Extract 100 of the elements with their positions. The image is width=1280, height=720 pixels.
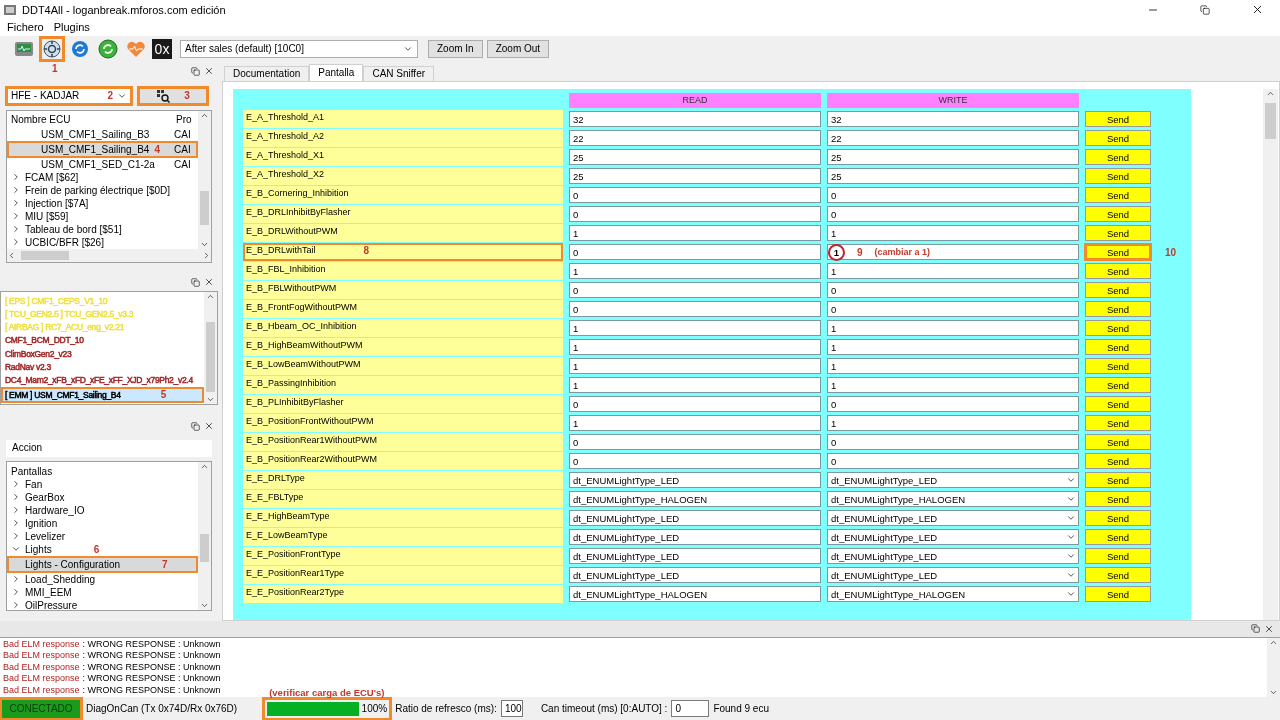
- screen-tree-row[interactable]: GearBox: [7, 490, 198, 504]
- scan-button[interactable]: 3: [138, 86, 208, 105]
- toolbar-button[interactable]: [96, 36, 120, 61]
- screen-tree-root[interactable]: Pantallas: [7, 464, 198, 478]
- zoom-out-button[interactable]: Zoom Out: [486, 39, 550, 58]
- send-button[interactable]: Send: [1085, 377, 1151, 394]
- scrollbar-thumb[interactable]: [1265, 102, 1276, 139]
- ecu-tree-row[interactable]: MIU [$59]: [7, 209, 198, 223]
- write-field[interactable]: 1: [827, 225, 1079, 242]
- send-button[interactable]: Send: [1085, 415, 1151, 432]
- session-dropdown[interactable]: After sales (default) [10C0]: [180, 39, 418, 58]
- send-button[interactable]: Send: [1085, 339, 1151, 356]
- scrollbar-thumb[interactable]: [200, 533, 209, 562]
- send-button[interactable]: Send: [1085, 529, 1151, 546]
- send-button[interactable]: Send: [1085, 168, 1151, 185]
- write-field[interactable]: 1: [827, 377, 1079, 394]
- send-button[interactable]: Send: [1085, 187, 1151, 204]
- write-field[interactable]: 32: [827, 111, 1079, 128]
- action-field[interactable]: Accion: [6, 439, 212, 457]
- write-field[interactable]: 0: [827, 301, 1079, 318]
- write-dropdown[interactable]: dt_ENUMLightType_LED: [827, 548, 1079, 565]
- send-button[interactable]: Send: [1085, 396, 1151, 413]
- hex-button[interactable]: 0x: [152, 38, 172, 59]
- send-button[interactable]: Send: [1085, 510, 1151, 527]
- send-button[interactable]: Send: [1085, 434, 1151, 451]
- vertical-scrollbar[interactable]: [1267, 637, 1280, 698]
- send-button[interactable]: Send: [1085, 453, 1151, 470]
- vertical-scrollbar[interactable]: [204, 291, 217, 404]
- vertical-scrollbar[interactable]: [198, 110, 211, 249]
- screen-tree-row[interactable]: Lights 6: [7, 542, 198, 556]
- zoom-in-button[interactable]: Zoom In: [428, 39, 483, 58]
- tab[interactable]: Documentation: [224, 65, 310, 81]
- ecu-list-item[interactable]: CMF1_BCM_DDT_10: [1, 333, 204, 348]
- ecu-list-item[interactable]: [ EMM ] USM_CMF1_Sailing_B4 5: [1, 386, 204, 403]
- send-button[interactable]: Send: [1085, 282, 1151, 299]
- send-button[interactable]: Send: [1085, 206, 1151, 223]
- ecu-list-item[interactable]: ClimBoxGen2_v23: [1, 347, 204, 361]
- send-button[interactable]: Send: [1085, 149, 1151, 166]
- screen-tree-row[interactable]: Ignition: [7, 516, 198, 530]
- write-field[interactable]: 0: [827, 206, 1079, 223]
- scrollbar-thumb[interactable]: [206, 321, 215, 392]
- screen-tree-row[interactable]: Levelizer: [7, 529, 198, 543]
- horizontal-scrollbar[interactable]: [7, 248, 211, 262]
- screen-tree-row[interactable]: Lights - Configuration 7: [7, 555, 198, 573]
- send-button[interactable]: Send: [1085, 586, 1151, 603]
- write-field[interactable]: 22: [827, 130, 1079, 147]
- send-button[interactable]: Send: [1085, 225, 1151, 242]
- write-field[interactable]: 25: [827, 168, 1079, 185]
- send-button[interactable]: Send: [1085, 111, 1151, 128]
- send-button[interactable]: Send: [1085, 358, 1151, 375]
- screen-tree-row[interactable]: MMI_EEM: [7, 585, 198, 599]
- send-button[interactable]: Send: [1085, 491, 1151, 508]
- vertical-scrollbar[interactable]: [1263, 88, 1278, 621]
- ecu-tree-row[interactable]: USM_CMF1_Sailing_B3 CAI: [7, 127, 198, 141]
- ecu-tree-row[interactable]: UCBIC/BFR [$26]: [7, 235, 198, 249]
- scrollbar-thumb[interactable]: [21, 250, 69, 260]
- write-dropdown[interactable]: dt_ENUMLightType_LED: [827, 510, 1079, 527]
- refresh-spinbox[interactable]: 100: [500, 700, 523, 718]
- ecu-list-item[interactable]: RadNav v2.3: [1, 360, 204, 374]
- timeout-spinbox[interactable]: 0: [671, 700, 710, 718]
- write-field[interactable]: 1 9 (cambiar a 1): [827, 244, 1079, 261]
- write-field[interactable]: 0: [827, 453, 1079, 470]
- write-field[interactable]: 1: [827, 415, 1079, 432]
- tab[interactable]: Pantalla: [309, 63, 364, 81]
- write-field[interactable]: 0: [827, 282, 1079, 299]
- write-field[interactable]: 25: [827, 149, 1079, 166]
- write-field[interactable]: 0: [827, 396, 1079, 413]
- write-field[interactable]: 1: [827, 339, 1079, 356]
- ecu-tree-row[interactable]: FCAM [$62]: [7, 170, 198, 184]
- ecu-tree-row[interactable]: USM_CMF1_SED_C1-2a CAI: [7, 157, 198, 171]
- screen-tree-row[interactable]: OilPressure: [7, 598, 198, 610]
- write-dropdown[interactable]: dt_ENUMLightType_LED: [827, 567, 1079, 584]
- menu-item[interactable]: Fichero: [2, 19, 49, 36]
- write-field[interactable]: 1: [827, 320, 1079, 337]
- write-field[interactable]: 1: [827, 263, 1079, 280]
- vehicle-dropdown[interactable]: HFE - KADJAR 2: [6, 86, 132, 105]
- ecu-tree-row[interactable]: Tableau de bord [$51]: [7, 222, 198, 236]
- send-button[interactable]: Send: [1085, 548, 1151, 565]
- write-field[interactable]: 1: [827, 358, 1079, 375]
- send-button[interactable]: Send: [1085, 301, 1151, 318]
- write-dropdown[interactable]: dt_ENUMLightType_HALOGEN: [827, 491, 1079, 508]
- send-button[interactable]: Send: [1085, 472, 1151, 489]
- send-button[interactable]: Send: [1085, 263, 1151, 280]
- screen-tree-row[interactable]: Hardware_IO: [7, 503, 198, 517]
- tab[interactable]: CAN Sniffer: [363, 65, 435, 81]
- menu-item[interactable]: Plugins: [48, 19, 95, 36]
- scrollbar-thumb[interactable]: [200, 190, 209, 225]
- send-button[interactable]: Send: [1085, 244, 1151, 261]
- write-dropdown[interactable]: dt_ENUMLightType_LED: [827, 529, 1079, 546]
- send-button[interactable]: Send: [1085, 320, 1151, 337]
- send-button[interactable]: Send: [1085, 130, 1151, 147]
- write-field[interactable]: 0: [827, 434, 1079, 451]
- write-dropdown[interactable]: dt_ENUMLightType_LED: [827, 472, 1079, 489]
- screen-tree-row[interactable]: Fan: [7, 477, 198, 491]
- write-dropdown[interactable]: dt_ENUMLightType_HALOGEN: [827, 586, 1079, 603]
- ecu-tree-row[interactable]: USM_CMF1_Sailing_B4 4 CAI: [7, 140, 198, 158]
- screen-tree-row[interactable]: Load_Shedding: [7, 572, 198, 586]
- ecu-tree-row[interactable]: Frein de parking électrique [$0D]: [7, 183, 198, 197]
- ecu-tree-row[interactable]: Injection [$7A]: [7, 196, 198, 210]
- write-field[interactable]: 0: [827, 187, 1079, 204]
